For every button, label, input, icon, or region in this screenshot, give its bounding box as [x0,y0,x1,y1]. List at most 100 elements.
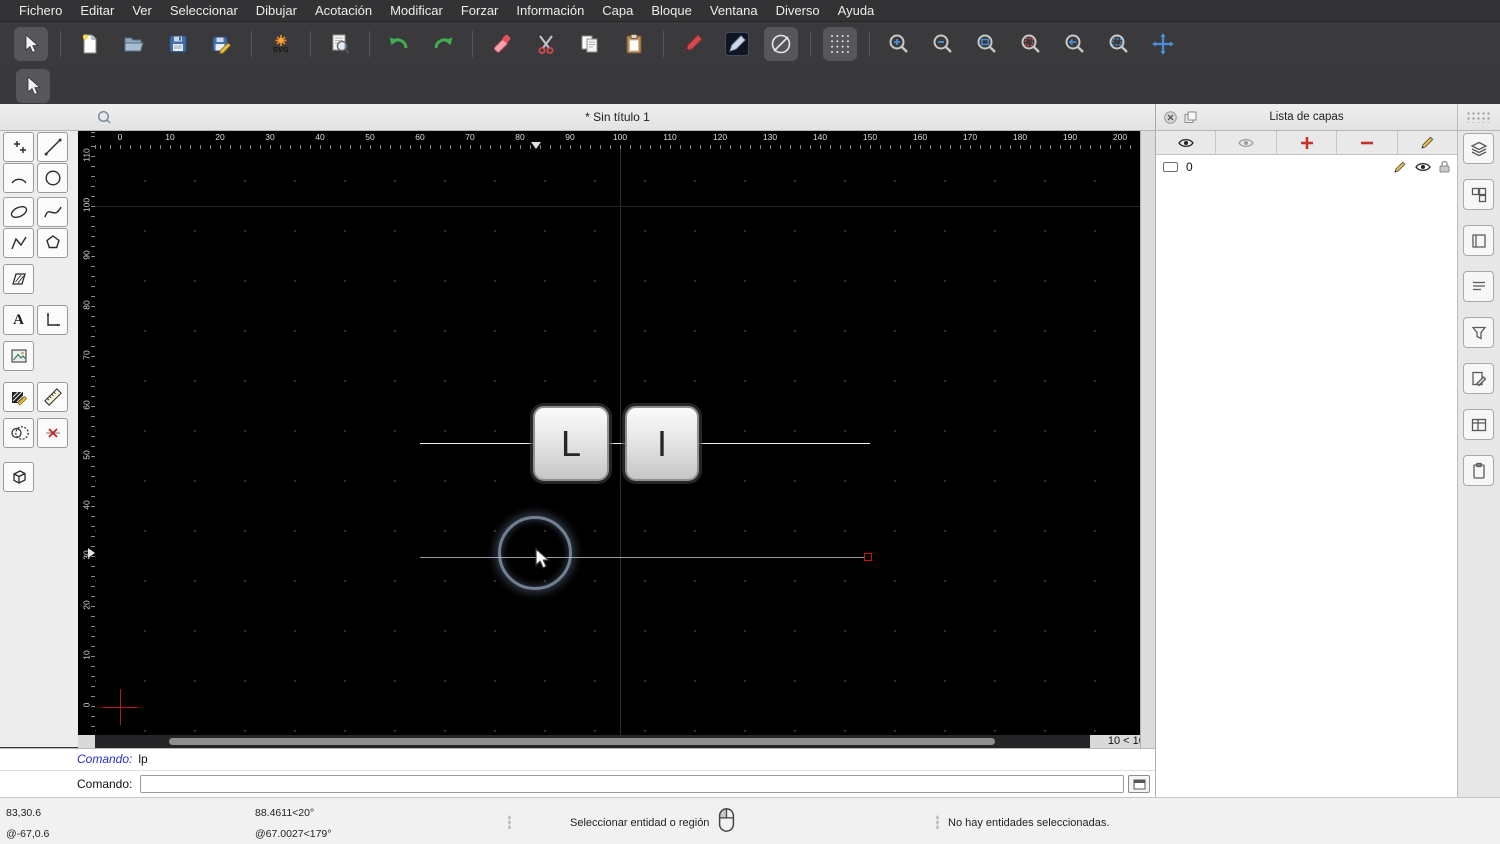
menu-ayuda[interactable]: Ayuda [829,3,884,18]
dock-filter-button[interactable] [1463,317,1494,348]
tool-options-select-button[interactable] [16,69,50,103]
h-scrollbar-thumb[interactable] [169,738,995,745]
dock-command-button[interactable] [1463,271,1494,302]
menu-bloque[interactable]: Bloque [642,3,700,18]
layer-visibility-eye-icon[interactable] [1415,161,1431,173]
open-file-button[interactable] [117,27,151,61]
dimension-tool-button[interactable] [37,305,68,335]
layer-edit-pencil-icon[interactable] [1393,160,1407,174]
pen-button[interactable] [676,27,710,61]
command-dock-button[interactable] [1128,775,1150,793]
menu-editar[interactable]: Editar [71,3,123,18]
zoom-in-button[interactable] [882,27,916,61]
zoom-out-button[interactable] [926,27,960,61]
command-input[interactable] [140,775,1124,793]
select-arrow-icon [27,76,41,95]
layer-lock-icon[interactable] [1439,160,1450,173]
librecad-window: Fichero Editar Ver Seleccionar Dibujar A… [0,0,1500,844]
menu-diverso[interactable]: Diverso [767,3,829,18]
zoom-in-icon [889,34,908,53]
command-input-row: Comando: [0,771,1155,797]
dock-blocks-button[interactable] [1463,179,1494,210]
solid-3d-tool-button[interactable] [3,462,34,492]
status-separator-grip [936,815,939,829]
circle-snap-tool-icon [10,426,29,440]
remove-layer-button[interactable] [1337,131,1398,154]
h-ruler-label: 20 [215,132,225,142]
zoom-auto-button[interactable] [970,27,1004,61]
print-preview-icon [332,34,350,54]
show-all-layers-button[interactable] [1156,131,1217,154]
zoom-previous-button[interactable] [1058,27,1092,61]
select-arrow-button[interactable] [14,27,48,61]
menu-seleccionar[interactable]: Seleccionar [161,3,247,18]
h-scrollbar-track[interactable] [95,735,1090,748]
layer-construction-icon[interactable] [1163,161,1178,172]
dock-clipboard-button[interactable] [1463,455,1494,486]
circle-snap-tool-button[interactable] [3,418,34,448]
h-ruler-label: 170 [962,132,978,142]
dock-properties-button[interactable] [1463,363,1494,394]
undo-button[interactable] [382,27,416,61]
zoom-pan-button[interactable] [1146,27,1180,61]
hatch-edit-tool-button[interactable] [3,382,34,412]
snap-grid-button[interactable] [823,27,857,61]
add-layer-button[interactable] [1277,131,1338,154]
h-ruler-label: 150 [862,132,878,142]
new-file-button[interactable] [73,27,107,61]
save-button[interactable] [161,27,195,61]
drawing-canvas[interactable]: L I [95,149,1140,735]
point-tool-button[interactable] [3,132,34,162]
blocks-icon [1471,187,1486,202]
plus-icon [1300,136,1313,149]
v-ruler-label: 50 [81,450,92,460]
measure-tool-button[interactable] [37,382,68,412]
cut-button[interactable] [529,27,563,61]
spline-tool-button[interactable] [37,197,68,227]
secondary-toolbar [0,66,1500,104]
circle-tool-button[interactable] [37,163,68,193]
hatch-tool-button[interactable] [3,264,34,294]
menu-ventana[interactable]: Ventana [701,3,767,18]
redo-button[interactable] [426,27,460,61]
save-as-button[interactable] [205,27,239,61]
metagrid-vline [620,149,621,735]
menu-informacion[interactable]: Información [507,3,593,18]
dock-layers-button[interactable] [1463,133,1494,164]
zoom-redraw-button[interactable] [1014,27,1048,61]
toolbar-separator [663,31,664,57]
hide-all-layers-button[interactable] [1216,131,1277,154]
line-tool-button[interactable] [37,132,68,162]
dock-strip-header [1457,104,1500,131]
delete-button[interactable] [485,27,519,61]
ellipse-tool-button[interactable] [3,197,34,227]
menu-forzar[interactable]: Forzar [452,3,508,18]
layer-row[interactable]: 0 [1156,156,1457,177]
svg-export-button[interactable]: SVG [264,27,298,61]
copy-button[interactable] [573,27,607,61]
menu-dibujar[interactable]: Dibujar [247,3,306,18]
image-tool-button[interactable] [3,341,34,371]
menu-fichero[interactable]: Fichero [10,3,71,18]
polyline-tool-button[interactable] [3,228,34,258]
attributes-button[interactable] [720,27,754,61]
v-scrollbar-track[interactable] [1140,131,1155,748]
no-fill-button[interactable] [764,27,798,61]
menu-ver[interactable]: Ver [123,3,161,18]
arc-tool-button[interactable] [3,163,34,193]
drag-grip-dots[interactable] [1466,111,1492,123]
edit-layer-button[interactable] [1398,131,1457,154]
text-tool-button[interactable]: A [3,305,34,335]
menu-capa[interactable]: Capa [593,3,642,18]
zoom-window-button[interactable] [1102,27,1136,61]
explode-tool-button[interactable] [37,418,68,448]
polygon-tool-button[interactable] [37,228,68,258]
relative-coordinates: @-67,0.6 [6,828,50,840]
dock-table-button[interactable] [1463,409,1494,440]
menu-acotacion[interactable]: Acotación [306,3,381,18]
print-preview-button[interactable] [323,27,357,61]
menu-modificar[interactable]: Modificar [381,3,452,18]
circle-tool-icon [44,170,61,186]
paste-button[interactable] [617,27,651,61]
dock-library-button[interactable] [1463,225,1494,256]
